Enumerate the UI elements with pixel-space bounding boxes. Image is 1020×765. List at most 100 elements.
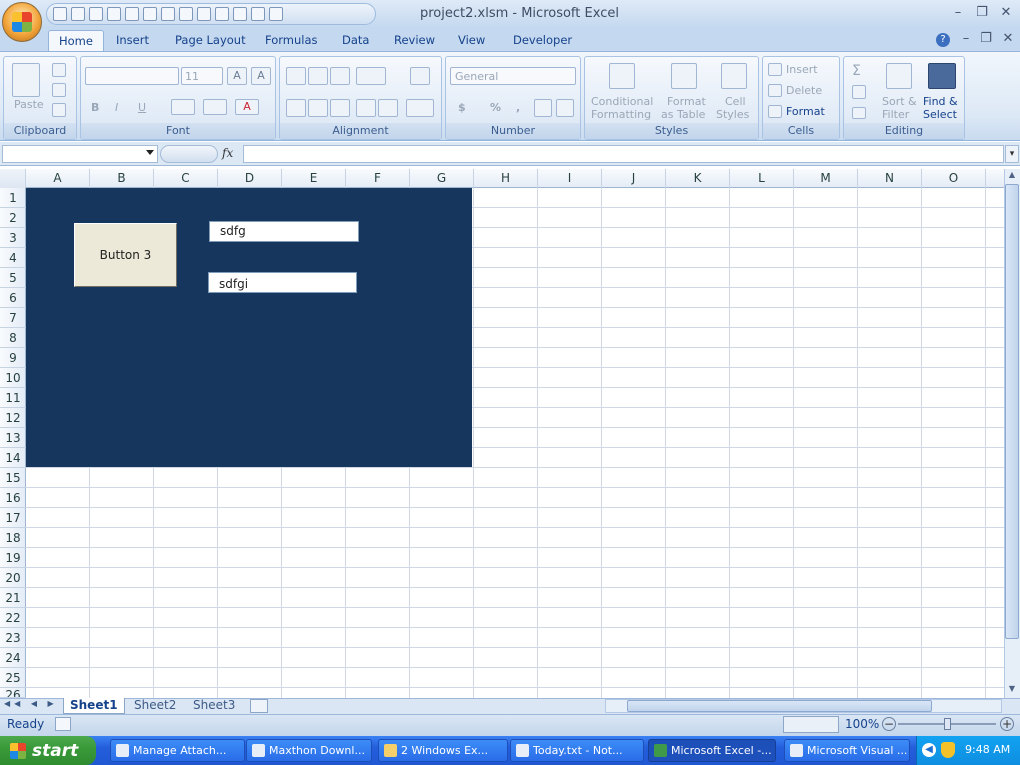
tab-formulas[interactable]: Formulas <box>255 30 328 52</box>
column-header-n[interactable]: N <box>858 169 922 188</box>
delete-cells-icon[interactable] <box>768 84 782 97</box>
column-header-k[interactable]: K <box>666 169 730 188</box>
find-label[interactable]: Find & <box>923 95 958 108</box>
formula-input[interactable] <box>243 145 1004 163</box>
copy-icon[interactable] <box>52 83 66 97</box>
row-header-5[interactable]: 5 <box>0 268 26 288</box>
zoom-out-icon[interactable]: − <box>882 717 896 731</box>
row-header-2[interactable]: 2 <box>0 208 26 228</box>
tab-view[interactable]: View <box>448 30 495 52</box>
spelling-icon[interactable] <box>143 7 157 21</box>
task-manage-attach[interactable]: Manage Attach... <box>110 739 245 762</box>
format-label[interactable]: Format <box>667 95 706 108</box>
cell-styles-label[interactable]: Styles <box>716 108 749 121</box>
minimize-button[interactable]: – <box>948 4 968 22</box>
wrap-text-icon[interactable] <box>410 67 430 85</box>
tab-review[interactable]: Review <box>384 30 445 52</box>
filter-label[interactable]: Filter <box>882 108 909 121</box>
name-box-dropdown-icon[interactable] <box>146 150 154 155</box>
row-header-13[interactable]: 13 <box>0 428 26 448</box>
row-header-25[interactable]: 25 <box>0 668 26 688</box>
task-visual-basic[interactable]: Microsoft Visual ... <box>784 739 910 762</box>
clock[interactable]: 9:48 AM <box>965 743 1010 756</box>
task-windows-explorer[interactable]: 2 Windows Ex... <box>378 739 508 762</box>
format-cells-icon[interactable] <box>768 105 782 118</box>
list-box-icon[interactable] <box>269 7 283 21</box>
sheet-tab-sheet1[interactable]: Sheet1 <box>63 698 125 714</box>
align-middle-icon[interactable] <box>308 67 328 85</box>
conditional-label[interactable]: Conditional <box>591 95 653 108</box>
cell-label[interactable]: Cell <box>725 95 746 108</box>
restore-button[interactable]: ❐ <box>972 4 992 22</box>
shrink-font-button[interactable]: A <box>251 67 271 85</box>
italic-button[interactable]: I <box>115 101 118 114</box>
borders-icon[interactable] <box>171 99 195 115</box>
label-control-icon[interactable] <box>233 7 247 21</box>
row-header-7[interactable]: 7 <box>0 308 26 328</box>
tab-page-layout[interactable]: Page Layout <box>165 30 256 52</box>
column-header-j[interactable]: J <box>602 169 666 188</box>
column-header-a[interactable]: A <box>26 169 90 188</box>
column-header-d[interactable]: D <box>218 169 282 188</box>
vertical-scroll-thumb[interactable] <box>1005 184 1019 639</box>
tab-data[interactable]: Data <box>332 30 379 52</box>
column-header-h[interactable]: H <box>474 169 538 188</box>
table-icon[interactable] <box>161 7 175 21</box>
row-header-23[interactable]: 23 <box>0 628 26 648</box>
font-color-icon[interactable]: A <box>235 99 259 115</box>
column-header-m[interactable]: M <box>794 169 858 188</box>
merge-center-icon[interactable] <box>406 99 434 117</box>
sheet-tab-sheet3[interactable]: Sheet3 <box>187 698 241 714</box>
grow-font-button[interactable]: A <box>227 67 247 85</box>
textbox-1[interactable]: sdfg <box>209 221 359 242</box>
row-header-14[interactable]: 14 <box>0 448 26 468</box>
row-header-4[interactable]: 4 <box>0 248 26 268</box>
underline-button[interactable]: U <box>138 101 146 114</box>
undo-icon[interactable] <box>71 7 85 21</box>
cell-styles-icon[interactable] <box>721 63 747 89</box>
bold-button[interactable]: B <box>91 101 99 114</box>
workbook-restore-button[interactable]: ❐ <box>976 30 996 48</box>
paste-label[interactable]: Paste <box>14 98 44 111</box>
row-header-9[interactable]: 9 <box>0 348 26 368</box>
sheet-tab-sheet2[interactable]: Sheet2 <box>128 698 182 714</box>
insert-worksheet-icon[interactable] <box>250 699 268 713</box>
row-header-10[interactable]: 10 <box>0 368 26 388</box>
task-excel[interactable]: Microsoft Excel -... <box>648 739 776 762</box>
fill-color-icon[interactable] <box>203 99 227 115</box>
insert-function-button[interactable]: fx <box>222 146 233 160</box>
save-icon[interactable] <box>53 7 67 21</box>
task-maxthon[interactable]: Maxthon Downl... <box>246 739 372 762</box>
font-size-select[interactable]: 11 <box>181 67 223 85</box>
start-button[interactable]: start <box>0 736 96 765</box>
align-top-icon[interactable] <box>286 67 306 85</box>
tab-insert[interactable]: Insert <box>106 30 159 52</box>
security-shield-icon[interactable] <box>941 742 955 758</box>
textbox-2[interactable]: sdfgi <box>208 272 357 293</box>
scroll-up-icon[interactable]: ▲ <box>1006 170 1018 182</box>
row-header-11[interactable]: 11 <box>0 388 26 408</box>
formatting-label[interactable]: Formatting <box>591 108 651 121</box>
macro-record-icon[interactable] <box>55 717 71 731</box>
select-label[interactable]: Select <box>923 108 957 121</box>
sort-filter-icon[interactable] <box>886 63 912 89</box>
row-header-1[interactable]: 1 <box>0 188 26 208</box>
row-header-16[interactable]: 16 <box>0 488 26 508</box>
clear-icon[interactable] <box>852 107 866 119</box>
name-box[interactable] <box>2 145 158 163</box>
form-icon[interactable] <box>179 7 193 21</box>
column-header-f[interactable]: F <box>346 169 410 188</box>
row-header-3[interactable]: 3 <box>0 228 26 248</box>
currency-button[interactable]: $ <box>458 101 466 114</box>
tab-home[interactable]: Home <box>48 30 104 52</box>
button-3[interactable]: Button 3 <box>74 223 177 287</box>
font-name-select[interactable] <box>85 67 179 85</box>
column-header-c[interactable]: C <box>154 169 218 188</box>
format-as-table-icon[interactable] <box>671 63 697 89</box>
row-header-6[interactable]: 6 <box>0 288 26 308</box>
paste-icon[interactable] <box>12 63 40 97</box>
autosum-icon[interactable]: Σ <box>852 63 861 79</box>
combo-box-icon[interactable] <box>215 7 229 21</box>
fill-icon[interactable] <box>852 85 866 99</box>
close-button[interactable]: ✕ <box>996 4 1016 22</box>
